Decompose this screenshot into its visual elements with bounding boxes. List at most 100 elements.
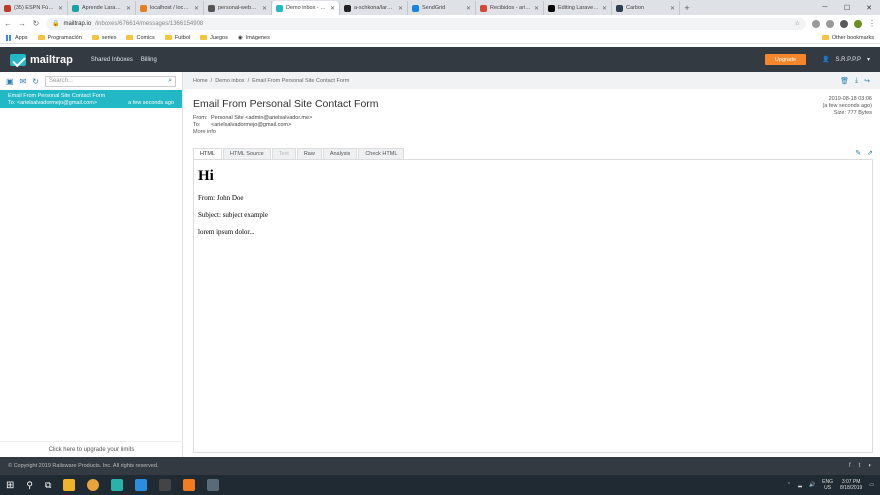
favicon-icon — [412, 4, 419, 12]
browser-tab[interactable]: localhost / localho ✕ — [136, 1, 204, 15]
windows-start-icon[interactable]: ⊞ — [6, 480, 14, 491]
search-icon[interactable]: ⌕ — [168, 77, 172, 85]
more-info-link[interactable]: More info — [193, 129, 312, 136]
clock[interactable]: 3:07 PM 8/18/2019 — [840, 479, 862, 491]
tab-analysis[interactable]: Analysis — [322, 148, 358, 159]
breadcrumb-home[interactable]: Home — [193, 78, 208, 84]
browser-menu-icon[interactable]: ⋮ — [868, 19, 876, 28]
tab-raw[interactable]: Raw — [296, 148, 322, 159]
terminal-icon[interactable] — [159, 479, 172, 491]
close-icon[interactable]: ✕ — [126, 5, 131, 12]
back-icon[interactable]: ← — [4, 19, 12, 28]
vscode-icon[interactable] — [135, 479, 148, 491]
favicon-icon — [72, 4, 79, 12]
bookmark-folder[interactable]: Futbol — [164, 35, 190, 41]
external-link-icon[interactable]: ⇗ — [867, 149, 873, 157]
chevron-up-icon[interactable]: ⌃ — [787, 482, 791, 488]
maximize-icon[interactable]: ☐ — [836, 0, 858, 15]
close-icon[interactable]: ✕ — [534, 5, 539, 12]
url-input[interactable]: 🔒 mailtrap.io/inboxes/676614/messages/13… — [46, 17, 806, 30]
notification-icon[interactable]: ▭ — [869, 482, 874, 488]
github-icon[interactable]: ◐ — [868, 463, 872, 469]
nav-billing[interactable]: Billing — [141, 57, 157, 63]
forward-icon[interactable]: ↪ — [864, 77, 870, 85]
forward-icon[interactable]: → — [18, 19, 26, 28]
browser-tab[interactable]: Recibidos - arielsa ✕ — [476, 1, 544, 15]
tab-html[interactable]: HTML — [193, 148, 222, 159]
bookmark-folder[interactable]: Juegos — [200, 35, 228, 41]
extension-icon[interactable] — [840, 19, 848, 28]
browser-tab-active[interactable]: Demo inbox - Mail ✕ — [272, 1, 340, 15]
upgrade-button[interactable]: Upgrade — [764, 54, 807, 65]
close-icon[interactable]: ✕ — [602, 5, 607, 12]
close-icon[interactable]: ✕ — [262, 5, 267, 12]
volume-icon[interactable]: 🔊 — [809, 482, 815, 488]
search-input[interactable]: Search... ⌕ — [44, 75, 176, 87]
favicon-icon — [344, 4, 351, 12]
extension-icon[interactable] — [812, 19, 820, 28]
nav-shared-inboxes[interactable]: Shared Inboxes — [91, 57, 133, 63]
browser-tab[interactable]: Aprende Laravel 5.8✕ — [68, 1, 136, 15]
minimize-icon[interactable]: ─ — [814, 0, 836, 15]
file-explorer-icon[interactable] — [63, 479, 76, 491]
download-icon[interactable]: ⤓ — [855, 77, 858, 85]
upgrade-limits-link[interactable]: Click here to upgrade your limits — [0, 441, 183, 457]
chrome-icon[interactable] — [87, 479, 100, 491]
breadcrumb-inbox[interactable]: Demo inbox — [215, 78, 244, 84]
language-indicator[interactable]: ENG US — [822, 479, 833, 491]
tab-text[interactable]: Text — [271, 148, 296, 159]
browser-tab[interactable]: a-schkona/laravel ✕ — [340, 1, 408, 15]
facebook-icon[interactable]: f — [849, 463, 851, 469]
bookmark-folder[interactable]: Comics — [126, 35, 155, 41]
reload-icon[interactable]: ↻ — [32, 19, 40, 28]
close-icon[interactable]: ✕ — [466, 5, 471, 12]
breadcrumb: Home / Demo inbox / Email From Personal … — [183, 72, 880, 89]
app-icon[interactable] — [207, 479, 220, 491]
tab-html-source[interactable]: HTML Source — [222, 148, 271, 159]
mailtrap-logo[interactable]: mailtrap — [10, 53, 73, 66]
bookmark-link[interactable]: ◉ Imágenes — [238, 35, 270, 41]
browser-tab[interactable]: (35) ESPN Fútbol Vi✕ — [0, 1, 68, 15]
search-icon[interactable]: ⚲ — [26, 480, 33, 491]
other-bookmarks[interactable]: Other bookmarks — [821, 35, 874, 41]
apps-icon — [6, 34, 12, 41]
chevron-down-icon: ▾ — [866, 57, 870, 63]
browser-tab[interactable]: personal-website ✕ — [204, 1, 272, 15]
profile-avatar[interactable] — [854, 19, 862, 28]
user-menu[interactable]: 👤 S.R.P.P.P ▾ — [822, 56, 870, 64]
list-item[interactable]: Email From Personal Site Contact Form To… — [0, 90, 182, 108]
twitter-icon[interactable]: t — [859, 463, 861, 469]
bookmark-apps[interactable]: Apps — [6, 34, 28, 41]
bookmark-star-icon[interactable]: ☆ — [795, 20, 800, 27]
mark-read-icon[interactable]: ✉ — [20, 77, 27, 86]
breadcrumb-message: Email From Personal Site Contact Form — [252, 77, 350, 84]
browser-tab[interactable]: SendGrid ✕ — [408, 1, 476, 15]
xampp-icon[interactable] — [183, 479, 196, 491]
bookmark-folder[interactable]: series — [91, 35, 116, 41]
browser-tab[interactable]: Editing Laravel wit ✕ — [544, 1, 612, 15]
refresh-icon[interactable]: ↻ — [32, 77, 39, 86]
inbox-icon[interactable]: ▣ — [6, 77, 14, 86]
extension-icon[interactable] — [826, 19, 834, 28]
folder-icon — [821, 35, 829, 40]
task-view-icon[interactable]: ⧉ — [45, 480, 51, 491]
close-icon[interactable]: ✕ — [194, 5, 199, 12]
edit-icon[interactable]: ✎ — [855, 149, 861, 157]
close-icon[interactable]: ✕ — [670, 5, 675, 12]
new-tab-button[interactable]: + — [680, 1, 694, 15]
close-icon[interactable]: ✕ — [398, 5, 403, 12]
folder-icon — [91, 35, 99, 40]
app-icon[interactable] — [111, 479, 124, 491]
close-icon[interactable]: ✕ — [330, 5, 335, 12]
network-icon[interactable]: ▂ — [798, 482, 802, 488]
globe-icon: ◉ — [237, 34, 243, 41]
address-bar-row: ← → ↻ 🔒 mailtrap.io/inboxes/676614/messa… — [0, 15, 880, 32]
close-icon[interactable]: ✕ — [58, 5, 63, 12]
bookmark-folder[interactable]: Programación — [37, 35, 82, 41]
delete-icon[interactable]: 🗑 — [840, 77, 849, 85]
window-controls: ─ ☐ ✕ — [814, 0, 880, 15]
tab-check-html[interactable]: Check HTML — [358, 148, 405, 159]
browser-tab[interactable]: Carbon ✕ — [612, 1, 680, 15]
message-headers: From: Personal Site <admin@arielsalvador.… — [193, 115, 312, 136]
close-window-icon[interactable]: ✕ — [858, 0, 880, 15]
